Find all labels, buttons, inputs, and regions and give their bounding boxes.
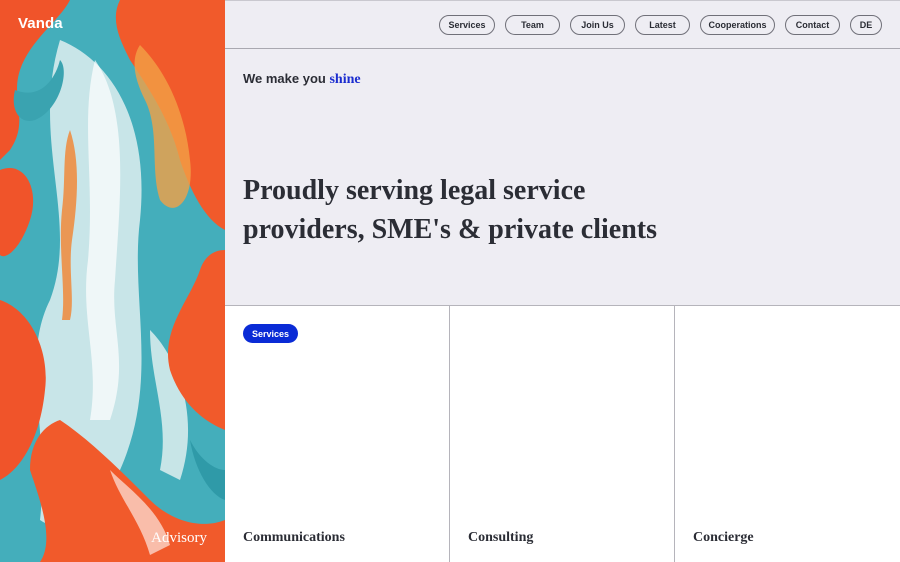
service-cards: Services Communications Consulting Conci… bbox=[225, 305, 900, 562]
card-title: Communications bbox=[243, 530, 345, 545]
language-switch-button[interactable]: DE bbox=[850, 14, 882, 35]
card-title: Concierge bbox=[693, 530, 754, 545]
abstract-painting-image bbox=[0, 0, 225, 562]
tagline-accent: shine bbox=[329, 72, 361, 87]
card-title: Consulting bbox=[468, 530, 534, 545]
hero-artwork: Vanda Advisory bbox=[0, 0, 225, 562]
card-consulting[interactable]: Consulting bbox=[450, 306, 675, 562]
brand-logo[interactable]: Vanda bbox=[18, 15, 63, 32]
page-headline: Proudly serving legal service providers,… bbox=[243, 175, 658, 245]
nav-team-button[interactable]: Team bbox=[505, 14, 560, 35]
tagline-prefix: We make you bbox=[243, 71, 326, 86]
card-concierge[interactable]: Concierge bbox=[675, 306, 900, 562]
card-communications[interactable]: Services Communications bbox=[225, 306, 450, 562]
nav-latest-button[interactable]: Latest bbox=[635, 14, 690, 35]
hero-section: Services Team Join Us Latest Cooperation… bbox=[225, 0, 900, 305]
top-navigation: Services Team Join Us Latest Cooperation… bbox=[225, 1, 900, 49]
art-caption: Advisory bbox=[151, 530, 207, 546]
services-badge[interactable]: Services bbox=[243, 324, 298, 343]
nav-join-us-button[interactable]: Join Us bbox=[570, 14, 625, 35]
nav-contact-button[interactable]: Contact bbox=[785, 14, 840, 35]
nav-cooperations-button[interactable]: Cooperations bbox=[700, 14, 775, 35]
main-content: Services Team Join Us Latest Cooperation… bbox=[225, 0, 900, 562]
nav-services-button[interactable]: Services bbox=[439, 14, 495, 35]
tagline: We make you shine bbox=[243, 71, 361, 88]
